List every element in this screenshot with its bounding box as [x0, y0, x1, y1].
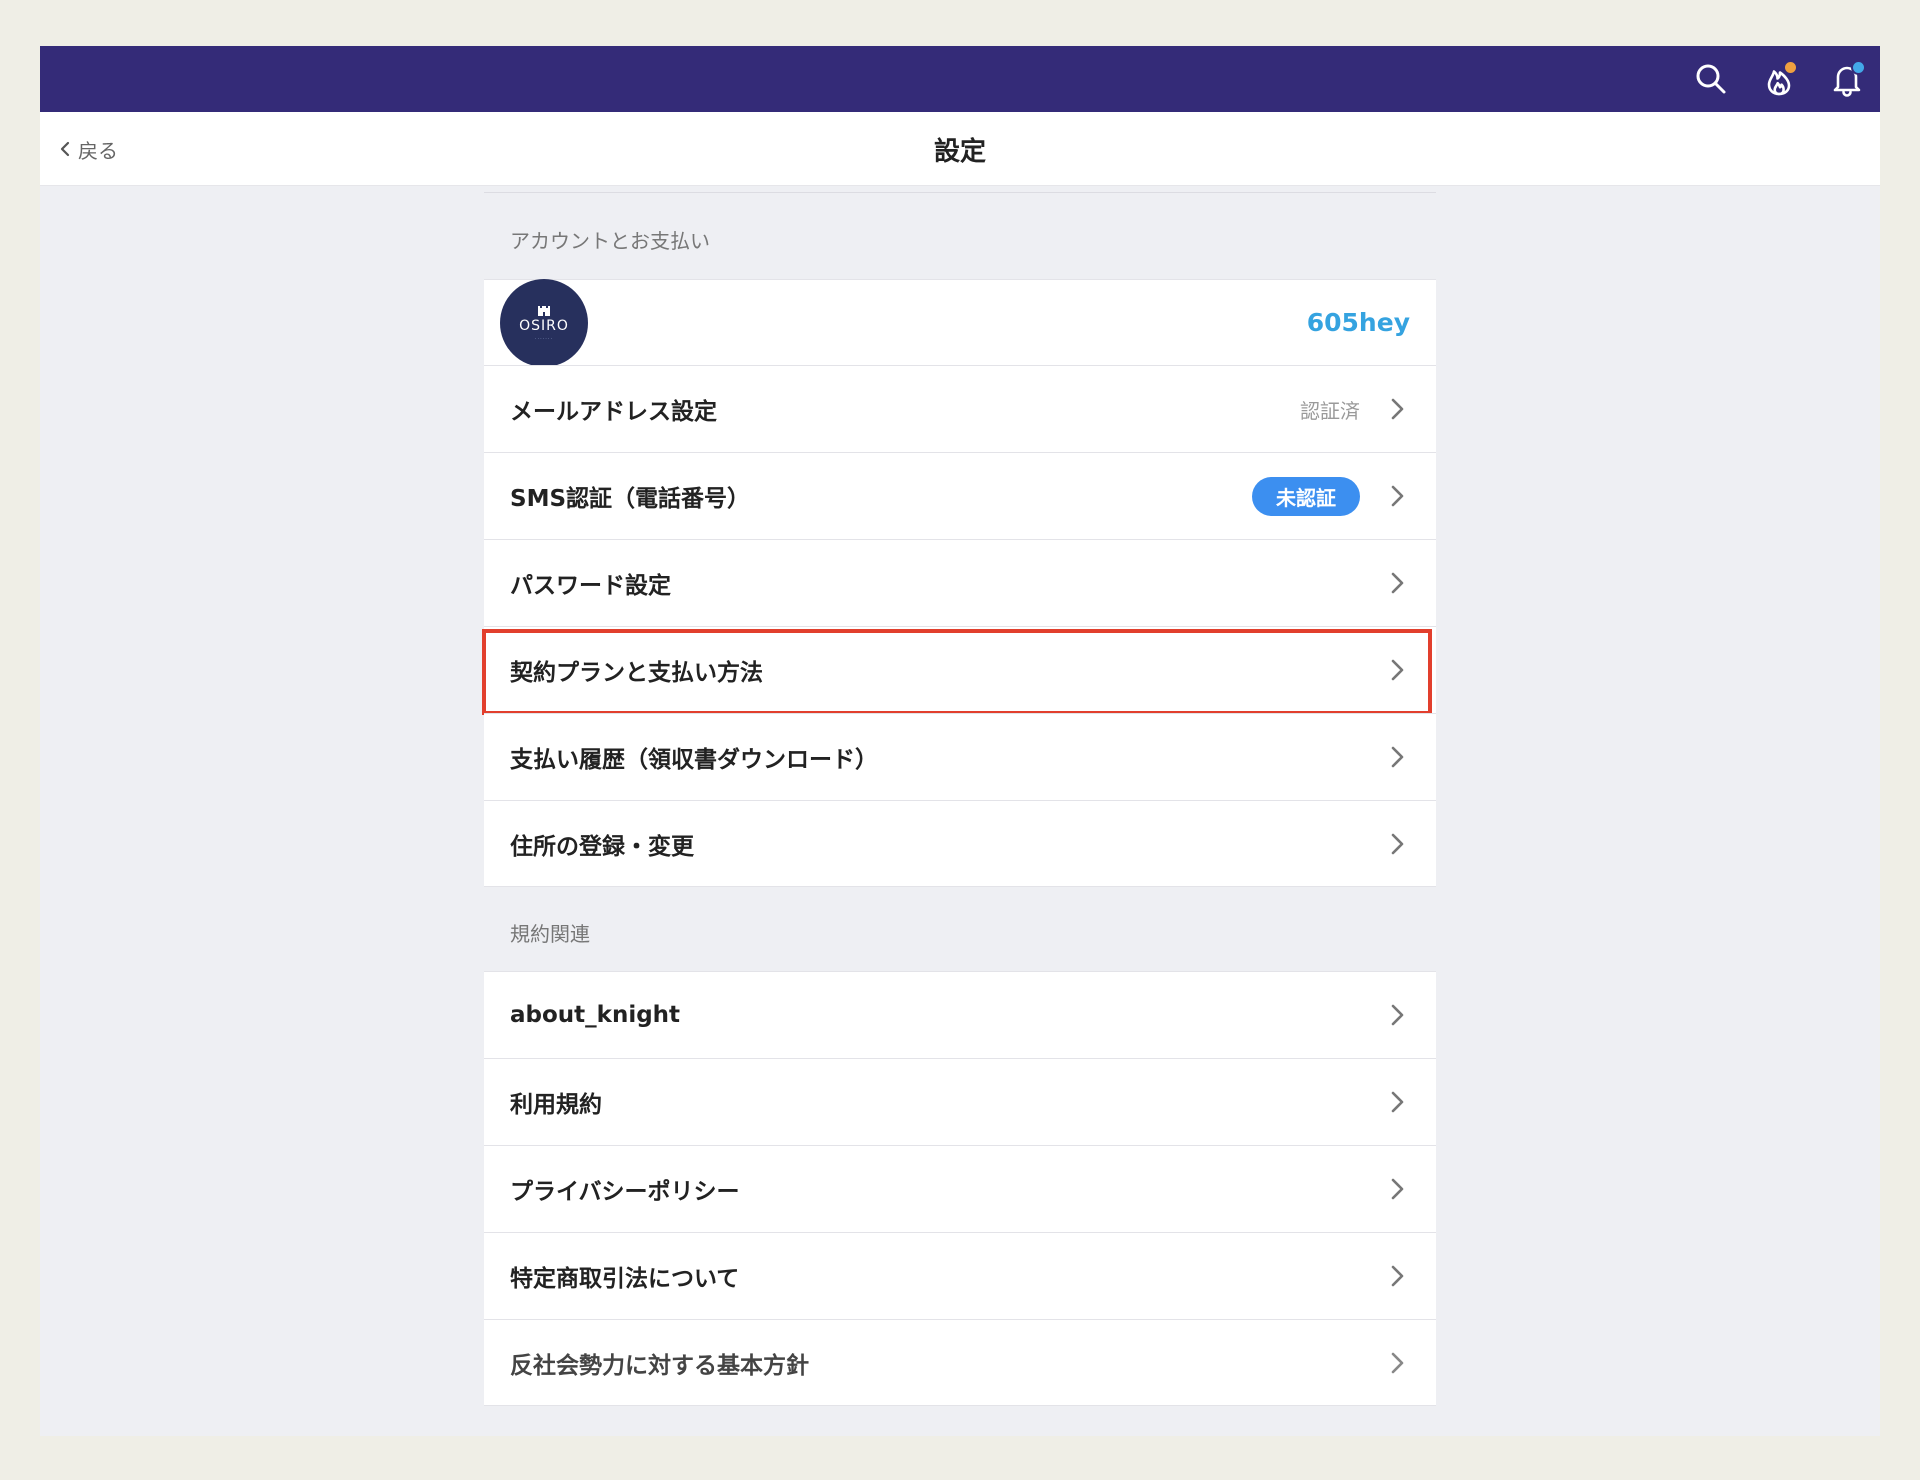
row-label: プライバシーポリシー: [510, 1179, 740, 1205]
bell-notification-dot: [1851, 60, 1866, 75]
search-button[interactable]: [1690, 58, 1732, 100]
row-password-settings[interactable]: パスワード設定: [484, 539, 1436, 626]
chevron-right-icon: [1391, 1091, 1404, 1113]
row-label: SMS認証（電話番号）: [510, 486, 751, 512]
avatar[interactable]: OSIRO ·······: [500, 278, 588, 367]
top-bar-icons: [1690, 46, 1868, 112]
chevron-right-icon: [1391, 746, 1404, 768]
row-email-settings[interactable]: メールアドレス設定 認証済: [484, 365, 1436, 452]
section-header-account: アカウントとお支払い: [510, 228, 710, 253]
chevron-right-icon: [1391, 1004, 1404, 1026]
chevron-right-icon: [1391, 1352, 1404, 1373]
back-button[interactable]: 戻る: [56, 112, 118, 186]
row-label: 支払い履歴（領収書ダウンロード）: [510, 747, 878, 773]
chevron-right-icon: [1391, 485, 1404, 507]
row-label: 住所の登録・変更: [510, 833, 694, 860]
status-badge-unverified: 未認証: [1252, 476, 1360, 516]
page-title: 設定: [933, 136, 986, 167]
chevron-right-icon: [1391, 398, 1404, 420]
row-label: 契約プランと支払い方法: [510, 660, 763, 686]
fire-button[interactable]: [1758, 58, 1800, 100]
row-label: 利用規約: [510, 1092, 602, 1118]
fire-notification-dot: [1783, 60, 1798, 75]
row-label: 反社会勢力に対する基本方針: [510, 1352, 809, 1379]
row-label: メールアドレス設定: [510, 399, 717, 425]
account-list: OSIRO ······· 605hey メールアドレス設定 認証済 SMS認証…: [482, 278, 1436, 887]
notifications-button[interactable]: [1826, 58, 1868, 100]
chevron-left-icon: [60, 141, 70, 157]
top-bar: [40, 46, 1880, 112]
row-address[interactable]: 住所の登録・変更: [484, 800, 1436, 887]
row-label: about_knight: [510, 1002, 681, 1028]
terms-list: about_knight 利用規約 プライバシーポリシー 特定商取引法について …: [484, 971, 1436, 1406]
profile-row: OSIRO ······· 605hey: [484, 278, 1436, 367]
chevron-right-icon: [1391, 1265, 1404, 1287]
row-commercial-transactions[interactable]: 特定商取引法について: [484, 1232, 1436, 1319]
row-label: パスワード設定: [510, 573, 671, 599]
row-privacy-policy[interactable]: プライバシーポリシー: [484, 1145, 1436, 1232]
settings-content: アカウントとお支払い OSIRO ······· 605hey メールアドレス設…: [482, 192, 1436, 1406]
row-about-knight[interactable]: about_knight: [484, 971, 1436, 1058]
chevron-right-icon: [1391, 572, 1404, 594]
row-label: 特定商取引法について: [510, 1266, 740, 1292]
search-icon: [1696, 64, 1726, 94]
chevron-right-icon: [1391, 833, 1404, 854]
chevron-right-icon: [1391, 659, 1404, 681]
row-terms-of-use[interactable]: 利用規約: [484, 1058, 1436, 1145]
chevron-right-icon: [1391, 1178, 1404, 1200]
row-payment-history[interactable]: 支払い履歴（領収書ダウンロード）: [484, 713, 1436, 800]
avatar-logo-sub: ·······: [534, 335, 554, 342]
castle-logo-icon: [538, 305, 550, 316]
back-label: 戻る: [78, 138, 118, 163]
avatar-logo-text: OSIRO: [519, 317, 569, 334]
row-anti-social-policy[interactable]: 反社会勢力に対する基本方針: [484, 1319, 1436, 1406]
status-verified: 認証済: [1300, 398, 1360, 423]
row-sms-verification[interactable]: SMS認証（電話番号） 未認証: [484, 452, 1436, 539]
username[interactable]: 605hey: [1307, 308, 1410, 337]
app-window: 戻る 設定 アカウントとお支払い OSIRO ······· 605hey メー…: [40, 46, 1880, 1436]
row-plan-and-payment[interactable]: 契約プランと支払い方法: [482, 626, 1436, 715]
nav-bar: 戻る 設定: [40, 112, 1880, 186]
section-header-terms: 規約関連: [510, 921, 590, 946]
